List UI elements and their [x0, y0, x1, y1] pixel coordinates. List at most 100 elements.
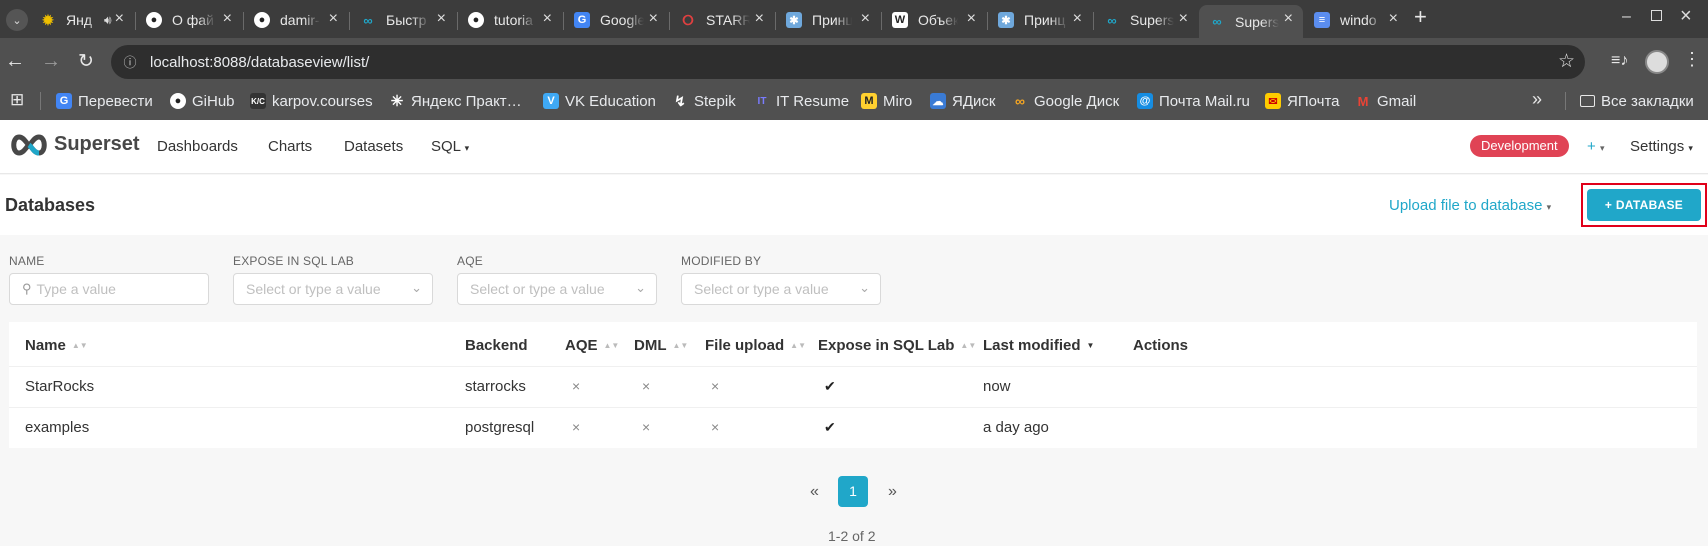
nav-datasets[interactable]: Datasets: [344, 138, 403, 155]
col-expose-sql-lab[interactable]: Expose in SQL Lab ▲▼: [818, 337, 976, 354]
github-icon: ●: [468, 12, 484, 28]
close-tab-icon[interactable]: ×: [1073, 11, 1082, 27]
miro-icon: M: [861, 93, 877, 109]
bookmark-github[interactable]: ● GiHub: [170, 90, 235, 112]
avatar[interactable]: [1645, 50, 1669, 74]
upload-file-menu[interactable]: Upload file to database ▾: [1389, 197, 1551, 214]
bookmark-karpov[interactable]: K/C karpov.courses: [250, 90, 373, 112]
close-tab-icon[interactable]: ×: [967, 11, 976, 27]
close-tab-icon[interactable]: ×: [649, 11, 658, 27]
bookmark-mail-ru[interactable]: @ Почта Mail.ru: [1137, 90, 1250, 112]
chevron-down-icon: ⌄: [859, 280, 870, 295]
tab-windows[interactable]: ≡ windo ×: [1304, 5, 1408, 35]
apps-grid-icon[interactable]: ⊞: [10, 90, 24, 110]
col-dml[interactable]: DML ▲▼: [634, 337, 688, 354]
filter-expose-select[interactable]: Select or type a value ⌄: [233, 273, 433, 305]
sort-icon: ▲▼: [790, 341, 807, 350]
nav-sql[interactable]: SQL ▾: [431, 138, 469, 155]
karpov-icon: K/C: [250, 93, 266, 109]
tab-bystr[interactable]: ∞ Быстр ×: [350, 5, 456, 35]
tab-princ-2[interactable]: ✱ Принц ×: [988, 5, 1092, 35]
sort-icon: ▲▼: [672, 341, 689, 350]
tab-google[interactable]: G Google ×: [564, 5, 668, 35]
bookmark-perevesti[interactable]: G Перевести: [56, 90, 153, 112]
close-tab-icon[interactable]: ×: [437, 11, 446, 27]
superset-logo-icon: ∞: [1212, 14, 1222, 29]
tab-superset-active[interactable]: ∞ Supers ×: [1199, 5, 1303, 38]
back-button[interactable]: ←: [5, 50, 25, 73]
tab-princ-1[interactable]: ✱ Принц ×: [776, 5, 880, 35]
col-aqe[interactable]: AQE ▲▼: [565, 337, 619, 354]
col-name[interactable]: Name ▲▼: [25, 337, 88, 354]
row-1-expose-check-icon: ✔: [824, 378, 836, 394]
tab-starrocks[interactable]: ⭘ STARR ×: [670, 5, 774, 35]
filter-modified-by-select[interactable]: Select or type a value ⌄: [681, 273, 881, 305]
row-2-upload-x-icon: ×: [711, 419, 720, 435]
bookmark-google-drive[interactable]: ∞ Google Диск: [1012, 90, 1119, 112]
row-1-backend: starrocks: [465, 378, 526, 395]
bookmark-gmail[interactable]: M Gmail: [1355, 90, 1417, 112]
pagination-next[interactable]: »: [888, 483, 897, 501]
stepik-icon: ↯: [674, 92, 686, 109]
close-tab-icon[interactable]: ×: [1389, 11, 1398, 27]
col-file-upload[interactable]: File upload ▲▼: [705, 337, 806, 354]
tab-github-damir[interactable]: ● damir- ×: [244, 5, 348, 35]
filter-aqe-select[interactable]: Select or type a value ⌄: [457, 273, 657, 305]
close-tab-icon[interactable]: ×: [329, 11, 338, 27]
superset-logo-icon: ∞: [363, 12, 373, 28]
site-info-icon[interactable]: ⓘ: [119, 52, 141, 72]
pagination-page-1[interactable]: 1: [838, 476, 868, 507]
bookmark-miro[interactable]: M Miro: [861, 90, 912, 112]
bookmark-yapochta[interactable]: ✉ ЯПочта: [1265, 90, 1340, 112]
filter-name-input[interactable]: ⚲ Type a value: [9, 273, 209, 305]
bookmark-yadisk[interactable]: ☁ ЯДиск: [930, 90, 995, 112]
filter-expose-label: EXPOSE IN SQL LAB: [233, 254, 355, 268]
reload-button[interactable]: ↻: [78, 50, 94, 73]
row-2-dml-x-icon: ×: [642, 419, 651, 435]
maximize-button[interactable]: [1651, 10, 1662, 21]
minimize-button[interactable]: –: [1622, 8, 1631, 26]
close-tab-icon[interactable]: ×: [1179, 11, 1188, 27]
new-tab-button[interactable]: +: [1414, 6, 1427, 28]
tab-wikipedia[interactable]: W Объек ×: [882, 5, 986, 35]
add-database-button[interactable]: + DATABASE: [1587, 189, 1701, 221]
close-tab-icon[interactable]: ×: [1284, 11, 1293, 27]
tab-tutorial[interactable]: ● tutoria ×: [458, 5, 562, 35]
sort-icon: ▲▼: [603, 341, 620, 350]
row-2-name[interactable]: examples: [25, 419, 89, 436]
close-window-button[interactable]: ×: [1680, 5, 1692, 28]
url-text[interactable]: localhost:8088/databaseview/list/: [150, 54, 369, 71]
pagination-prev[interactable]: «: [810, 483, 819, 501]
col-last-modified[interactable]: Last modified ▼: [983, 337, 1094, 354]
nav-dashboards[interactable]: Dashboards: [157, 138, 238, 155]
tab-superset-1[interactable]: ∞ Supers ×: [1094, 5, 1198, 35]
forward-button[interactable]: →: [41, 50, 61, 73]
close-tab-icon[interactable]: ×: [223, 11, 232, 27]
browser-menu-icon[interactable]: ⋮: [1683, 49, 1701, 70]
tab-yandex[interactable]: ✹ Янд 🔊︎ ×: [30, 5, 134, 35]
nav-charts[interactable]: Charts: [268, 138, 312, 155]
row-1-name[interactable]: StarRocks: [25, 378, 94, 395]
speaker-icon: 🔊︎: [104, 12, 112, 27]
superset-logo-icon: ∞: [1107, 12, 1117, 28]
media-controls-icon[interactable]: ≡♪: [1611, 52, 1628, 70]
close-tab-icon[interactable]: ×: [115, 11, 124, 27]
bookmark-stepik[interactable]: ↯ Stepik: [672, 90, 736, 112]
yandex-mail-icon: ✉: [1265, 93, 1281, 109]
caret-down-icon: ▾: [1688, 143, 1693, 153]
close-tab-icon[interactable]: ×: [543, 11, 552, 27]
superset-logo[interactable]: Superset: [9, 133, 140, 156]
close-tab-icon[interactable]: ×: [755, 11, 764, 27]
tab-search-icon[interactable]: ⌄: [6, 9, 28, 31]
close-tab-icon[interactable]: ×: [861, 11, 870, 27]
bookmark-yandex-praktikum[interactable]: ✳ Яндекс Практ…: [389, 90, 522, 112]
tab-github-file[interactable]: ● О фай ×: [136, 5, 242, 35]
bookmark-vk-education[interactable]: V VK Education: [543, 90, 656, 112]
plus-menu[interactable]: + ▾: [1587, 138, 1604, 155]
col-actions: Actions: [1133, 337, 1189, 354]
more-bookmarks-icon[interactable]: »: [1532, 89, 1542, 110]
bookmark-star-icon[interactable]: ☆: [1558, 50, 1575, 73]
all-bookmarks[interactable]: Все закладки: [1580, 90, 1694, 112]
bookmark-it-resume[interactable]: IT IT Resume: [754, 90, 850, 112]
settings-menu[interactable]: Settings ▾: [1630, 138, 1693, 155]
